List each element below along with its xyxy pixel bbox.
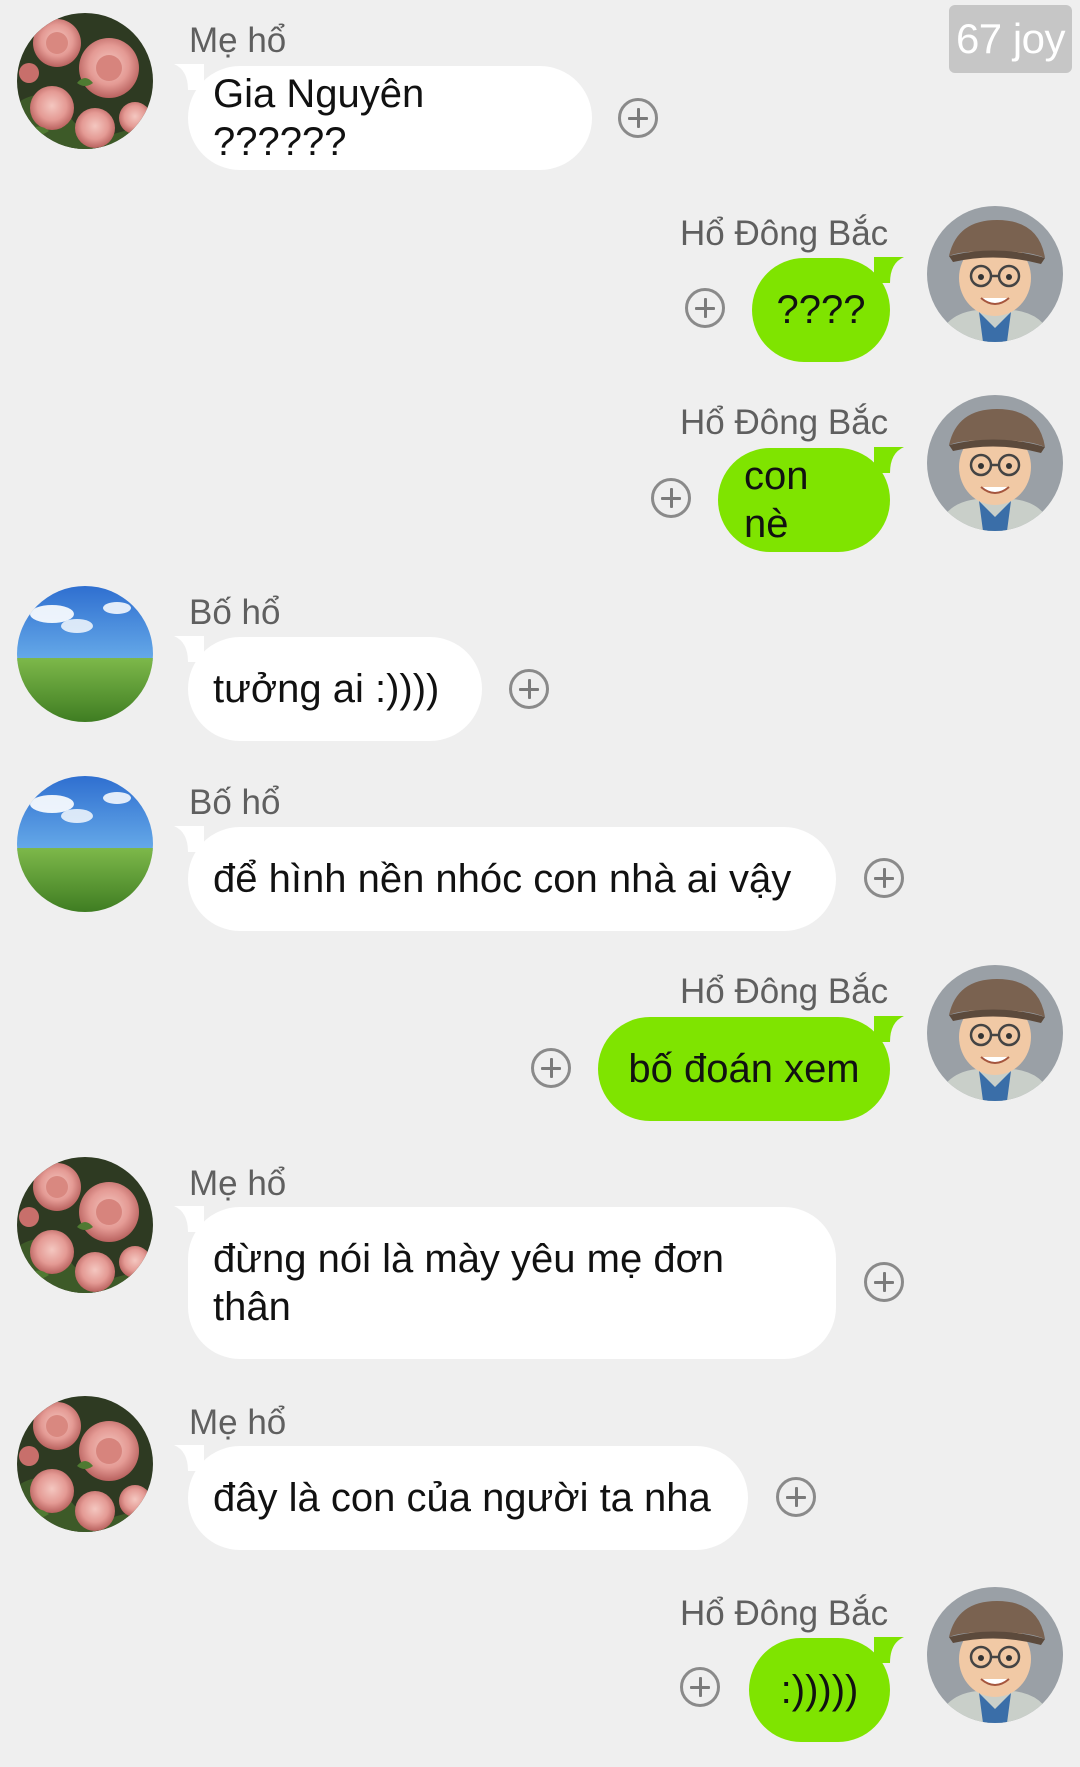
- message-text: :))))): [780, 1668, 859, 1712]
- add-reaction-button[interactable]: [509, 669, 549, 709]
- avatar[interactable]: [17, 13, 153, 149]
- child-avatar-icon: [927, 1587, 1063, 1723]
- child-avatar-icon: [927, 206, 1063, 342]
- roses-avatar-icon: [17, 13, 153, 149]
- sender-name: Mẹ hổ: [189, 1403, 287, 1442]
- message-bubble[interactable]: để hình nền nhóc con nhà ai vậy: [188, 827, 836, 931]
- roses-avatar-icon: [17, 1396, 153, 1532]
- sender-name: Mẹ hổ: [189, 1164, 287, 1203]
- sender-name: Bố hổ: [189, 783, 281, 822]
- add-reaction-button[interactable]: [680, 1667, 720, 1707]
- add-reaction-button[interactable]: [776, 1477, 816, 1517]
- watermark: 67 joy: [949, 5, 1072, 73]
- sender-name: Hổ Đông Bắc: [680, 403, 889, 442]
- message-bubble[interactable]: Gia Nguyên ??????: [188, 66, 592, 170]
- sender-name: Hổ Đông Bắc: [680, 214, 889, 253]
- avatar[interactable]: [927, 1587, 1063, 1723]
- add-reaction-button[interactable]: [651, 478, 691, 518]
- avatar[interactable]: [927, 206, 1063, 342]
- message-bubble[interactable]: ????: [752, 258, 890, 362]
- add-reaction-button[interactable]: [685, 288, 725, 328]
- add-reaction-button[interactable]: [864, 1262, 904, 1302]
- avatar[interactable]: [927, 965, 1063, 1101]
- message-text: Gia Nguyên ??????: [213, 72, 436, 164]
- roses-avatar-icon: [17, 1157, 153, 1293]
- sender-name: Hổ Đông Bắc: [680, 972, 889, 1011]
- message-bubble[interactable]: đừng nói là mày yêu mẹ đơn thân: [188, 1207, 836, 1359]
- sky-grass-avatar-icon: [17, 776, 153, 912]
- add-reaction-button[interactable]: [864, 858, 904, 898]
- sender-name: Bố hổ: [189, 593, 281, 632]
- message-text: đây là con của người ta nha: [213, 1476, 711, 1520]
- add-reaction-button[interactable]: [531, 1048, 571, 1088]
- avatar[interactable]: [17, 586, 153, 722]
- sender-name: Hổ Đông Bắc: [680, 1594, 889, 1633]
- sender-name: Mẹ hổ: [189, 21, 287, 60]
- message-text: đừng nói là mày yêu mẹ đơn thân: [213, 1237, 725, 1329]
- add-reaction-button[interactable]: [618, 98, 658, 138]
- message-bubble[interactable]: đây là con của người ta nha: [188, 1446, 748, 1550]
- message-bubble[interactable]: con nè: [718, 448, 890, 552]
- avatar[interactable]: [17, 1157, 153, 1293]
- message-text: tưởng ai :)))): [213, 667, 440, 711]
- message-text: để hình nền nhóc con nhà ai vậy: [213, 857, 792, 901]
- child-avatar-icon: [927, 965, 1063, 1101]
- message-bubble[interactable]: tưởng ai :)))): [188, 637, 482, 741]
- sky-grass-avatar-icon: [17, 586, 153, 722]
- message-bubble[interactable]: :))))): [749, 1638, 890, 1742]
- avatar[interactable]: [17, 776, 153, 912]
- avatar[interactable]: [927, 395, 1063, 531]
- message-text: con nè: [744, 454, 820, 546]
- child-avatar-icon: [927, 395, 1063, 531]
- message-bubble[interactable]: bố đoán xem: [598, 1017, 890, 1121]
- message-text: ????: [776, 288, 866, 332]
- message-text: bố đoán xem: [628, 1047, 860, 1091]
- avatar[interactable]: [17, 1396, 153, 1532]
